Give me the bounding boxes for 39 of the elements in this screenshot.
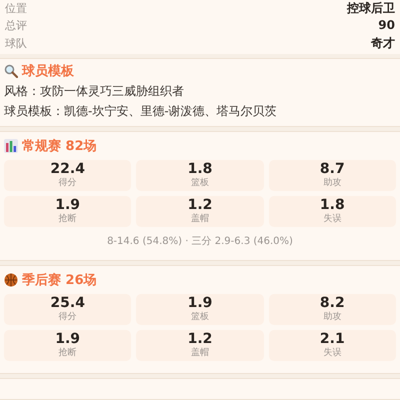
stat-label: 得分: [58, 177, 77, 189]
stat-label: 助攻: [323, 177, 342, 189]
stat-label: 篮板: [190, 311, 209, 323]
template-text: 球员模板：凯德-坎宁安、里德-谢泼德、塔马尔贝茨: [4, 103, 278, 120]
stat-label: 失误: [323, 213, 342, 225]
section-title: 球员模板: [22, 63, 74, 80]
stat-value: 25.4: [50, 296, 85, 311]
stat-value: 1.8: [188, 162, 212, 177]
section-title: 季后赛 26场: [22, 272, 97, 289]
stat-value: 22.4: [50, 162, 85, 177]
stat-label: 得分: [58, 311, 77, 323]
stat-label: 失误: [323, 347, 342, 359]
bar-chart-icon: [4, 139, 18, 153]
field-value: 控球后卫: [347, 0, 395, 16]
field-value: 90: [378, 18, 395, 32]
stat-value: 1.2: [188, 332, 212, 347]
stat-label: 盖帽: [190, 213, 209, 225]
field-label: 位置: [5, 0, 27, 16]
stat-label: 盖帽: [190, 347, 209, 359]
stat-label: 抢断: [58, 347, 77, 359]
stat-value: 1.9: [188, 296, 212, 311]
template-text: 风格：攻防一体灵巧三威胁组织者: [4, 83, 185, 100]
stat-value: 1.9: [55, 198, 80, 213]
basketball-icon: [4, 273, 18, 287]
field-label: 总评: [5, 18, 27, 32]
stat-label: 助攻: [323, 311, 342, 323]
stat-label: 抢断: [58, 213, 77, 225]
stat-value: 1.8: [320, 198, 345, 213]
stat-label: 篮板: [190, 177, 209, 189]
stat-value: 1.2: [188, 198, 212, 213]
section-title: 常规赛 82场: [22, 138, 97, 155]
search-icon: [4, 64, 18, 78]
stat-value: 1.9: [55, 332, 80, 347]
stat-value: 8.2: [320, 296, 345, 311]
shooting-line: 8-14.6 (54.8%) · 三分 2.9-6.3 (46.0%): [106, 235, 294, 248]
stat-value: 2.1: [320, 332, 345, 347]
stat-value: 8.7: [320, 162, 345, 177]
field-label: 球队: [5, 36, 27, 50]
field-value: 奇才: [371, 34, 395, 52]
